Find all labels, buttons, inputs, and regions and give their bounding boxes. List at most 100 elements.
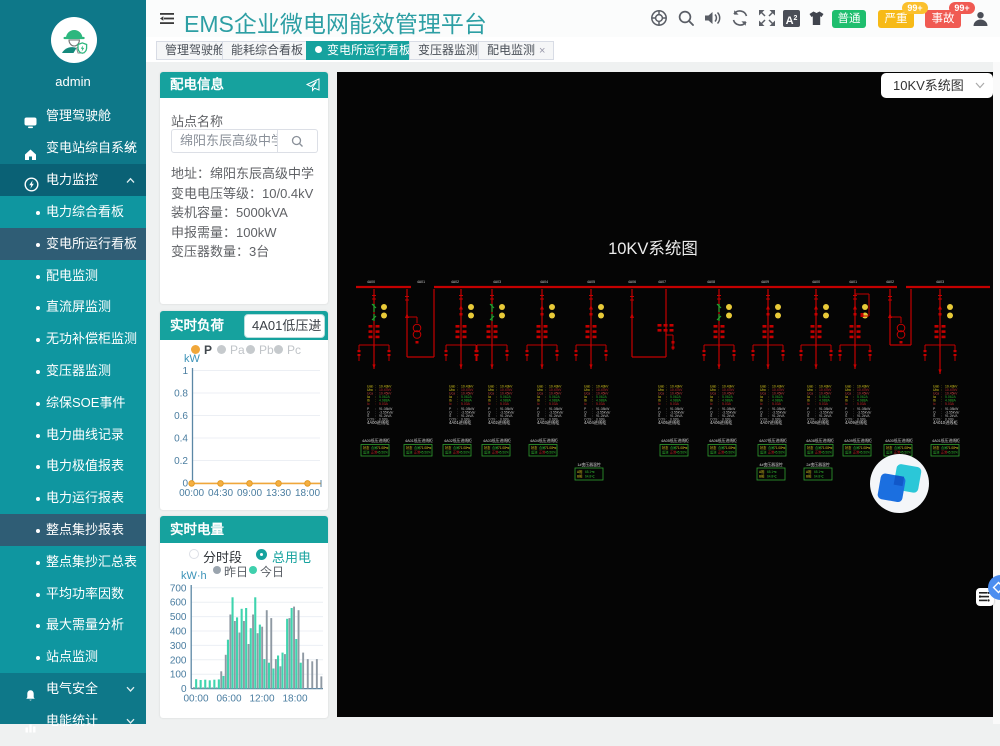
svg-text:64.8℃: 64.8℃ (585, 475, 595, 479)
svg-text:遥测: 遥测 (531, 450, 537, 455)
svg-text:300: 300 (170, 641, 187, 652)
svg-text:A相: A相 (577, 469, 582, 474)
svg-text:状态: 状态 (406, 445, 413, 450)
svg-text:71.08℃: 71.08℃ (859, 446, 871, 450)
svg-text:4A00: 4A00 (367, 280, 375, 284)
svg-text:71.08℃: 71.08℃ (498, 446, 510, 450)
svg-text:4A01: 4A01 (849, 280, 857, 284)
svg-text::: : (496, 402, 497, 406)
svg-text:45.56%: 45.56% (420, 451, 431, 455)
svg-text:A相: A相 (806, 469, 811, 474)
svg-text:4A02进线柜: 4A02进线柜 (488, 419, 510, 426)
svg-text:状态: 状态 (710, 445, 717, 450)
svg-text:状态: 状态 (484, 445, 491, 450)
svg-text:4A09低压进线柜: 4A09低压进线柜 (844, 438, 872, 443)
svg-text::: : (375, 402, 376, 406)
svg-text:4A02: 4A02 (886, 280, 894, 284)
svg-text:4A04低压进线柜: 4A04低压进线柜 (530, 438, 558, 443)
svg-text:4A03: 4A03 (493, 280, 501, 284)
svg-text:遥测: 遥测 (760, 450, 766, 455)
svg-text:状态: 状态 (933, 445, 940, 450)
svg-text:Ic: Ic (367, 402, 370, 406)
svg-text:4A08进线柜: 4A08进线柜 (807, 419, 829, 426)
svg-text:4A07: 4A07 (658, 280, 666, 284)
svg-text:Ic: Ic (658, 402, 661, 406)
svg-text:B相: B相 (806, 474, 811, 479)
svg-text:4A06: 4A06 (628, 280, 636, 284)
svg-text:45.56%: 45.56% (676, 451, 687, 455)
svg-text:0.2: 0.2 (174, 456, 188, 467)
svg-text:100: 100 (170, 670, 187, 681)
svg-text:4A01低压进线柜: 4A01低压进线柜 (932, 438, 960, 443)
svg-text:04:30: 04:30 (208, 488, 233, 499)
svg-text:状态: 状态 (807, 445, 814, 450)
svg-text:5.03A: 5.03A (819, 402, 829, 406)
svg-text:4A08: 4A08 (707, 280, 715, 284)
svg-text:4A00低压进线柜: 4A00低压进线柜 (885, 438, 913, 443)
svg-text:45.56%: 45.56% (724, 451, 735, 455)
svg-text:4A00进线柜: 4A00进线柜 (367, 419, 389, 426)
svg-text:遥测: 遥测 (710, 450, 716, 455)
svg-text:4#变压器温控: 4#变压器温控 (759, 462, 782, 467)
svg-text:4A05进线柜: 4A05进线柜 (658, 419, 680, 426)
svg-text:1: 1 (182, 366, 188, 377)
svg-text:45.56%: 45.56% (498, 451, 509, 455)
svg-text:状态: 状态 (363, 445, 370, 450)
svg-text:状态: 状态 (760, 445, 767, 450)
svg-text:1#变压器温控: 1#变压器温控 (577, 462, 600, 467)
svg-text:0.6: 0.6 (174, 411, 188, 422)
svg-text:状态: 状态 (662, 445, 669, 450)
svg-text:4A010进线柜: 4A010进线柜 (933, 419, 958, 426)
svg-text:4A00: 4A00 (812, 280, 820, 284)
svg-text:2#变压器温控: 2#变压器温控 (806, 462, 829, 467)
svg-text:4A07进线柜: 4A07进线柜 (760, 419, 782, 426)
svg-text:5.03A: 5.03A (670, 402, 680, 406)
svg-text:09:00: 09:00 (237, 488, 262, 499)
svg-text:06:00: 06:00 (216, 694, 241, 705)
svg-text:200: 200 (170, 655, 187, 666)
svg-text:4A01进线柜: 4A01进线柜 (449, 419, 471, 426)
svg-text:5.03A: 5.03A (596, 402, 606, 406)
svg-text:45.56%: 45.56% (459, 451, 470, 455)
svg-text::: : (592, 402, 593, 406)
svg-text:4A09进线柜: 4A09进线柜 (845, 419, 867, 426)
svg-text:13:30: 13:30 (266, 488, 291, 499)
svg-text:4A01低压进线柜: 4A01低压进线柜 (405, 438, 433, 443)
svg-text:45.56%: 45.56% (377, 451, 388, 455)
svg-text:71.08℃: 71.08℃ (900, 446, 912, 450)
svg-text:4A09: 4A09 (761, 280, 769, 284)
svg-text:4A02: 4A02 (451, 280, 459, 284)
svg-text:状态: 状态 (531, 445, 538, 450)
svg-text:45.56%: 45.56% (859, 451, 870, 455)
svg-text:B相: B相 (759, 474, 764, 479)
svg-text:12:00: 12:00 (249, 694, 274, 705)
svg-text:4A07低压进线柜: 4A07低压进线柜 (759, 438, 787, 443)
svg-text:71.08℃: 71.08℃ (724, 446, 736, 450)
svg-text:4A05低压进线柜: 4A05低压进线柜 (661, 438, 689, 443)
svg-text:64.8℃: 64.8℃ (767, 475, 777, 479)
svg-text:Ic: Ic (537, 402, 540, 406)
svg-text:64.8℃: 64.8℃ (814, 475, 824, 479)
svg-text:遥测: 遥测 (845, 450, 851, 455)
svg-text:400: 400 (170, 627, 187, 638)
svg-text:5.03A: 5.03A (549, 402, 559, 406)
svg-text:状态: 状态 (845, 445, 852, 450)
svg-text:71.08℃: 71.08℃ (459, 446, 471, 450)
svg-text:00:00: 00:00 (179, 488, 204, 499)
svg-text:B相: B相 (577, 474, 582, 479)
svg-text:4A03: 4A03 (936, 280, 944, 284)
svg-text:71.08℃: 71.08℃ (377, 446, 389, 450)
svg-text:遥测: 遥测 (484, 450, 490, 455)
svg-text:Ic: Ic (488, 402, 491, 406)
svg-text:遥测: 遥测 (363, 450, 369, 455)
svg-text:5.03A: 5.03A (461, 402, 471, 406)
svg-text::: : (768, 402, 769, 406)
svg-text:4A02低压进线柜: 4A02低压进线柜 (444, 438, 472, 443)
svg-text:Ic: Ic (449, 402, 452, 406)
svg-text:0.4: 0.4 (174, 434, 188, 445)
svg-text:4A08低压进线柜: 4A08低压进线柜 (806, 438, 834, 443)
svg-text:遥测: 遥测 (662, 450, 668, 455)
svg-text:18:00: 18:00 (282, 694, 307, 705)
svg-text:65.1℃: 65.1℃ (585, 470, 595, 474)
svg-text:600: 600 (170, 598, 187, 609)
